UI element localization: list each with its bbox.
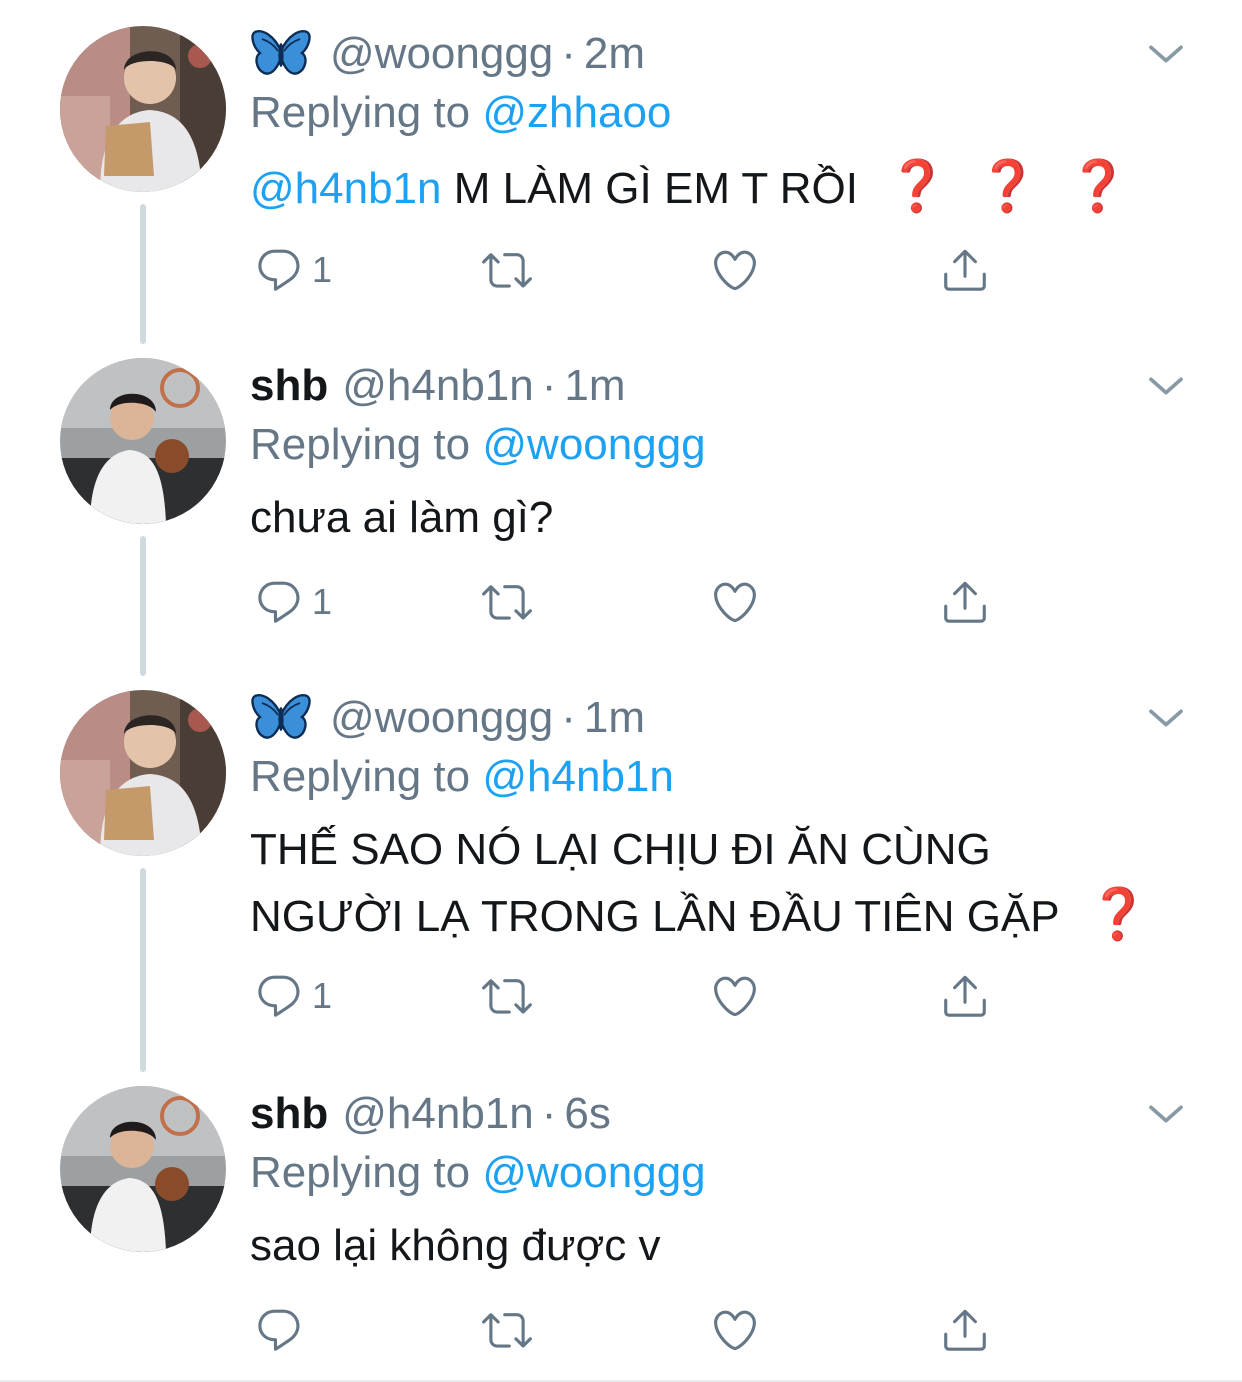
reply-count: 1 [312,975,333,1016]
replying-to-handle[interactable]: @zhhaoo [482,88,671,137]
share-icon [940,245,990,295]
chevron-down-icon[interactable] [1146,34,1186,74]
tweet-header: shb @h4nb1n · 6s [250,1086,611,1142]
share-button[interactable] [940,966,990,1026]
avatar[interactable] [60,690,226,856]
retweet-button[interactable] [480,966,534,1026]
butterfly-emoji-icon [250,29,312,79]
replying-to: Replying to @h4nb1n [250,752,674,802]
like-button[interactable] [710,1300,760,1360]
question-mark-emoji: ❓ [886,158,949,214]
retweet-button[interactable] [480,572,534,632]
replying-to-handle[interactable]: @woonggg [482,420,705,469]
user-handle[interactable]: @woonggg [330,29,553,79]
heart-icon [710,1305,760,1355]
timestamp[interactable]: 1m [564,361,625,411]
reply-button[interactable]: 1 [254,572,332,632]
replying-to-handle[interactable]: @woonggg [482,1148,705,1197]
avatar[interactable] [60,358,226,524]
share-icon [940,1305,990,1355]
tweet-header: shb @h4nb1n · 1m [250,358,626,414]
action-bar [250,1300,1010,1360]
display-name[interactable]: shb [250,1089,328,1139]
tweet-text: sao lại không được v [250,1214,1190,1278]
reply-thread: @woonggg · 2m Replying to @zhhaoo @h4nb1… [0,0,1242,1382]
timestamp[interactable]: 1m [584,693,645,743]
tweet-header: @woonggg · 2m [250,26,645,82]
tweet-header: @woonggg · 1m [250,690,645,746]
action-bar: 1 [250,572,1010,632]
separator-dot: · [541,1089,557,1138]
share-button[interactable] [940,240,990,300]
tweet-text-line: THẾ SAO NÓ LẠI CHỊU ĐI ĂN CÙNG [250,825,991,874]
reply-icon [254,971,304,1021]
replying-to-label: Replying to [250,1148,471,1197]
reply-button[interactable]: 1 [254,240,332,300]
replying-to-label: Replying to [250,752,471,801]
reply-button[interactable] [254,1300,304,1360]
heart-icon [710,245,760,295]
retweet-icon [480,577,534,627]
avatar[interactable] [60,1086,226,1252]
avatar[interactable] [60,26,226,192]
retweet-icon [480,971,534,1021]
replying-to: Replying to @woonggg [250,420,706,470]
replying-to-label: Replying to [250,420,471,469]
heart-icon [710,577,760,627]
display-name[interactable]: shb [250,361,328,411]
retweet-button[interactable] [480,240,534,300]
replying-to: Replying to @zhhaoo [250,88,671,138]
separator-dot: · [561,29,576,78]
chevron-down-icon[interactable] [1146,366,1186,406]
share-button[interactable] [940,1300,990,1360]
retweet-button[interactable] [480,1300,534,1360]
tweet-text: THẾ SAO NÓ LẠI CHỊU ĐI ĂN CÙNG NGƯỜI LẠ … [250,818,1190,949]
share-icon [940,971,990,1021]
reply-icon [254,245,304,295]
tweet-text: chưa ai làm gì? [250,486,1190,550]
tweet[interactable]: @woonggg · 1m Replying to @h4nb1n THẾ SA… [0,690,1242,1060]
reply-button[interactable]: 1 [254,966,332,1026]
question-mark-emoji: ❓ [976,158,1039,214]
tweet-text-content: sao lại không được v [250,1221,661,1270]
tweet-text-content: M LÀM GÌ EM T RỒI [453,164,858,213]
replying-to: Replying to @woonggg [250,1148,706,1198]
retweet-icon [480,245,534,295]
action-bar: 1 [250,966,1010,1026]
timestamp[interactable]: 2m [584,29,645,79]
chevron-down-icon[interactable] [1146,1094,1186,1134]
replying-to-handle[interactable]: @h4nb1n [482,752,674,801]
user-handle[interactable]: @h4nb1n [342,1089,534,1139]
tweet-text-line: NGƯỜI LẠ TRONG LẦN ĐẦU TIÊN GẶP ❓ [250,882,1190,949]
mention-link[interactable]: @h4nb1n [250,164,442,213]
user-handle[interactable]: @h4nb1n [342,361,534,411]
tweet[interactable]: shb @h4nb1n · 1m Replying to @woonggg ch… [0,358,1242,658]
replying-to-label: Replying to [250,88,471,137]
like-button[interactable] [710,572,760,632]
reply-icon [254,577,304,627]
retweet-icon [480,1305,534,1355]
tweet-text: @h4nb1n M LÀM GÌ EM T RỒI ❓ ❓ ❓ [250,154,1190,221]
heart-icon [710,971,760,1021]
reply-count: 1 [312,581,333,622]
question-mark-emoji: ❓ [1067,158,1130,214]
tweet-text-content: NGƯỜI LẠ TRONG LẦN ĐẦU TIÊN GẶP [250,892,1059,941]
tweet[interactable]: shb @h4nb1n · 6s Replying to @woonggg sa… [0,1086,1242,1382]
share-icon [940,577,990,627]
tweet-text-content: chưa ai làm gì? [250,493,554,542]
reply-count: 1 [312,249,333,290]
timestamp[interactable]: 6s [564,1089,610,1139]
chevron-down-icon[interactable] [1146,698,1186,738]
user-handle[interactable]: @woonggg [330,693,553,743]
share-button[interactable] [940,572,990,632]
action-bar: 1 [250,240,1010,300]
question-mark-emoji: ❓ [1087,886,1150,942]
reply-icon [254,1305,304,1355]
tweet[interactable]: @woonggg · 2m Replying to @zhhaoo @h4nb1… [0,26,1242,326]
butterfly-emoji-icon [250,693,312,743]
separator-dot: · [541,361,557,410]
separator-dot: · [561,693,576,742]
like-button[interactable] [710,240,760,300]
like-button[interactable] [710,966,760,1026]
